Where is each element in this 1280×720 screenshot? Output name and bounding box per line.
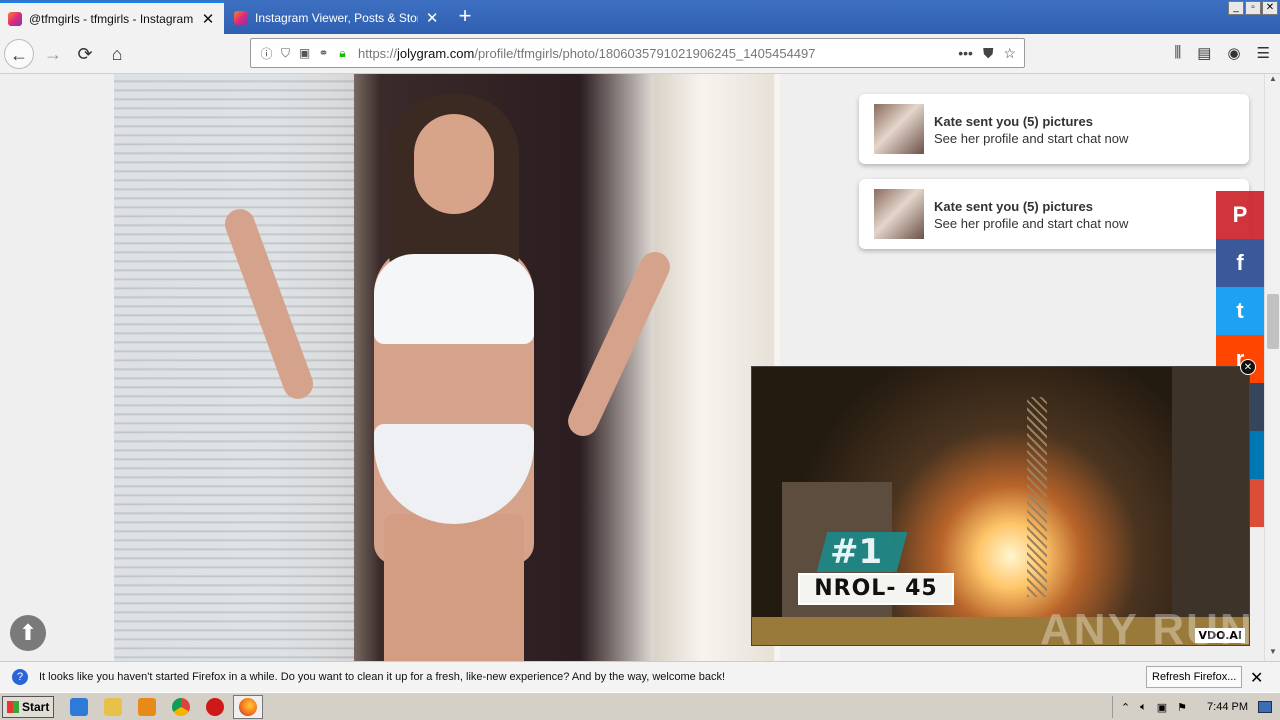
windows-logo-icon (7, 701, 19, 713)
reload-button[interactable]: ⟳ (70, 39, 100, 69)
info-icon[interactable]: ⓘ (257, 45, 276, 62)
maximize-button[interactable]: ▫ (1245, 1, 1261, 15)
notification-subtitle: See her profile and start chat now (934, 131, 1129, 146)
close-video-icon[interactable]: ✕ (1240, 359, 1256, 375)
library-icon[interactable]: ⫼ (1174, 44, 1181, 62)
lock-icon[interactable]: 🔒︎ (333, 46, 352, 61)
pocket-icon[interactable]: ⛊ (983, 45, 994, 62)
volume-icon[interactable]: 🔈︎ (1140, 701, 1147, 714)
url-bar[interactable]: ⓘ ⛉ ▣ ⚭ 🔒︎ https://jolygram.com/profile/… (250, 38, 1025, 68)
person-figure (220, 94, 675, 661)
anyrun-watermark: ANY RUN (1040, 605, 1254, 654)
notification-title: Kate sent you (5) pictures (934, 114, 1093, 129)
refresh-firefox-button[interactable]: Refresh Firefox... (1146, 666, 1243, 688)
scroll-up-arrow-icon[interactable]: ▲ (1265, 74, 1280, 88)
notification-thumbnail (874, 189, 924, 239)
notification-card[interactable]: Kate sent you (5) pictures See her profi… (859, 94, 1249, 164)
window-blinds (114, 74, 354, 661)
page-actions-icon[interactable]: ••• (958, 45, 973, 62)
ie-icon[interactable] (70, 698, 88, 716)
page-content: Kate sent you (5) pictures See her profi… (0, 74, 1264, 661)
tab-label: @tfmgirls - tfmgirls - Instagram Po (29, 11, 195, 26)
tab-label: Instagram Viewer, Posts & Story & (255, 10, 418, 25)
account-icon[interactable]: ◉ (1227, 44, 1240, 62)
network-icon[interactable]: ▣ (1157, 701, 1167, 714)
start-button[interactable]: Start (2, 696, 54, 718)
firefox-taskbar-button[interactable] (233, 695, 263, 719)
instagram-favicon-icon (8, 11, 22, 26)
windows-taskbar: Start ⌃ 🔈︎ ▣ ⚑ 7:44 PM (0, 692, 1280, 720)
page-scrollbar[interactable]: ▲ ▼ (1264, 74, 1280, 661)
url-text[interactable]: https://jolygram.com/profile/tfmgirls/ph… (358, 46, 958, 61)
facebook-share-button[interactable]: f (1216, 239, 1264, 287)
notification-title: Kate sent you (5) pictures (934, 199, 1093, 214)
notification-subtitle: See her profile and start chat now (934, 216, 1129, 231)
video-ad-player[interactable]: #1 NROL- 45 VDO.AI (751, 366, 1250, 646)
tracking-shield-icon[interactable]: ⛉ (276, 46, 295, 61)
media-player-icon[interactable] (138, 698, 156, 716)
tab-instagram-viewer[interactable]: Instagram Viewer, Posts & Story & ✕ (226, 1, 448, 34)
browser-titlebar: @tfmgirls - tfmgirls - Instagram Po ✕ In… (0, 0, 1280, 34)
instagram-favicon-icon (234, 10, 248, 25)
opera-icon[interactable] (206, 698, 224, 716)
new-tab-button[interactable]: + (452, 4, 478, 30)
clock[interactable]: 7:44 PM (1207, 701, 1248, 713)
close-notification-icon[interactable]: ✕ (1250, 668, 1263, 688)
close-window-button[interactable]: ✕ (1262, 1, 1278, 15)
pinterest-share-button[interactable]: P (1216, 191, 1264, 239)
tab-tfmgirls[interactable]: @tfmgirls - tfmgirls - Instagram Po ✕ (0, 1, 224, 34)
chrome-icon[interactable] (172, 698, 190, 716)
question-icon: ? (12, 669, 28, 685)
system-tray: ⌃ 🔈︎ ▣ ⚑ 7:44 PM (1111, 696, 1280, 718)
notification-card[interactable]: Kate sent you (5) pictures See her profi… (859, 179, 1249, 249)
firefox-notification-bar: ? It looks like you haven't started Fire… (0, 661, 1280, 692)
back-button[interactable]: ← (4, 39, 34, 69)
twitter-share-button[interactable]: t (1216, 287, 1264, 335)
bookmark-star-icon[interactable]: ☆ (1003, 45, 1016, 62)
close-tab-icon[interactable]: ✕ (200, 10, 216, 28)
action-center-flag-icon[interactable]: ⚑ (1177, 701, 1187, 714)
scrollbar-thumb[interactable] (1267, 294, 1279, 349)
sidebar-icon[interactable]: ▤ (1197, 44, 1211, 62)
notification-thumbnail (874, 104, 924, 154)
explorer-folder-icon[interactable] (104, 698, 122, 716)
rank-number: #1 (830, 532, 883, 572)
forward-button[interactable]: → (38, 39, 68, 69)
launch-tower (1027, 397, 1047, 597)
scroll-to-top-button[interactable]: ⬆ (10, 615, 46, 651)
firefox-icon (239, 698, 257, 716)
window-controls: _ ▫ ✕ (1228, 1, 1278, 15)
link-icon[interactable]: ⚭ (314, 46, 333, 60)
navigation-toolbar: ← → ⟳ ⌂ ⓘ ⛉ ▣ ⚭ 🔒︎ https://jolygram.com/… (0, 34, 1280, 74)
video-caption: NROL- 45 (798, 573, 954, 605)
scroll-down-arrow-icon[interactable]: ▼ (1265, 647, 1280, 661)
close-tab-icon[interactable]: ✕ (424, 9, 440, 27)
show-desktop-icon[interactable] (1258, 701, 1272, 713)
permissions-icon[interactable]: ▣ (295, 46, 314, 60)
notification-message: It looks like you haven't started Firefo… (39, 671, 726, 683)
home-button[interactable]: ⌂ (102, 39, 132, 69)
instagram-photo[interactable] (114, 74, 780, 661)
tray-expand-icon[interactable]: ⌃ (1121, 701, 1130, 714)
menu-icon[interactable]: ☰ (1257, 44, 1270, 62)
minimize-button[interactable]: _ (1228, 1, 1244, 15)
